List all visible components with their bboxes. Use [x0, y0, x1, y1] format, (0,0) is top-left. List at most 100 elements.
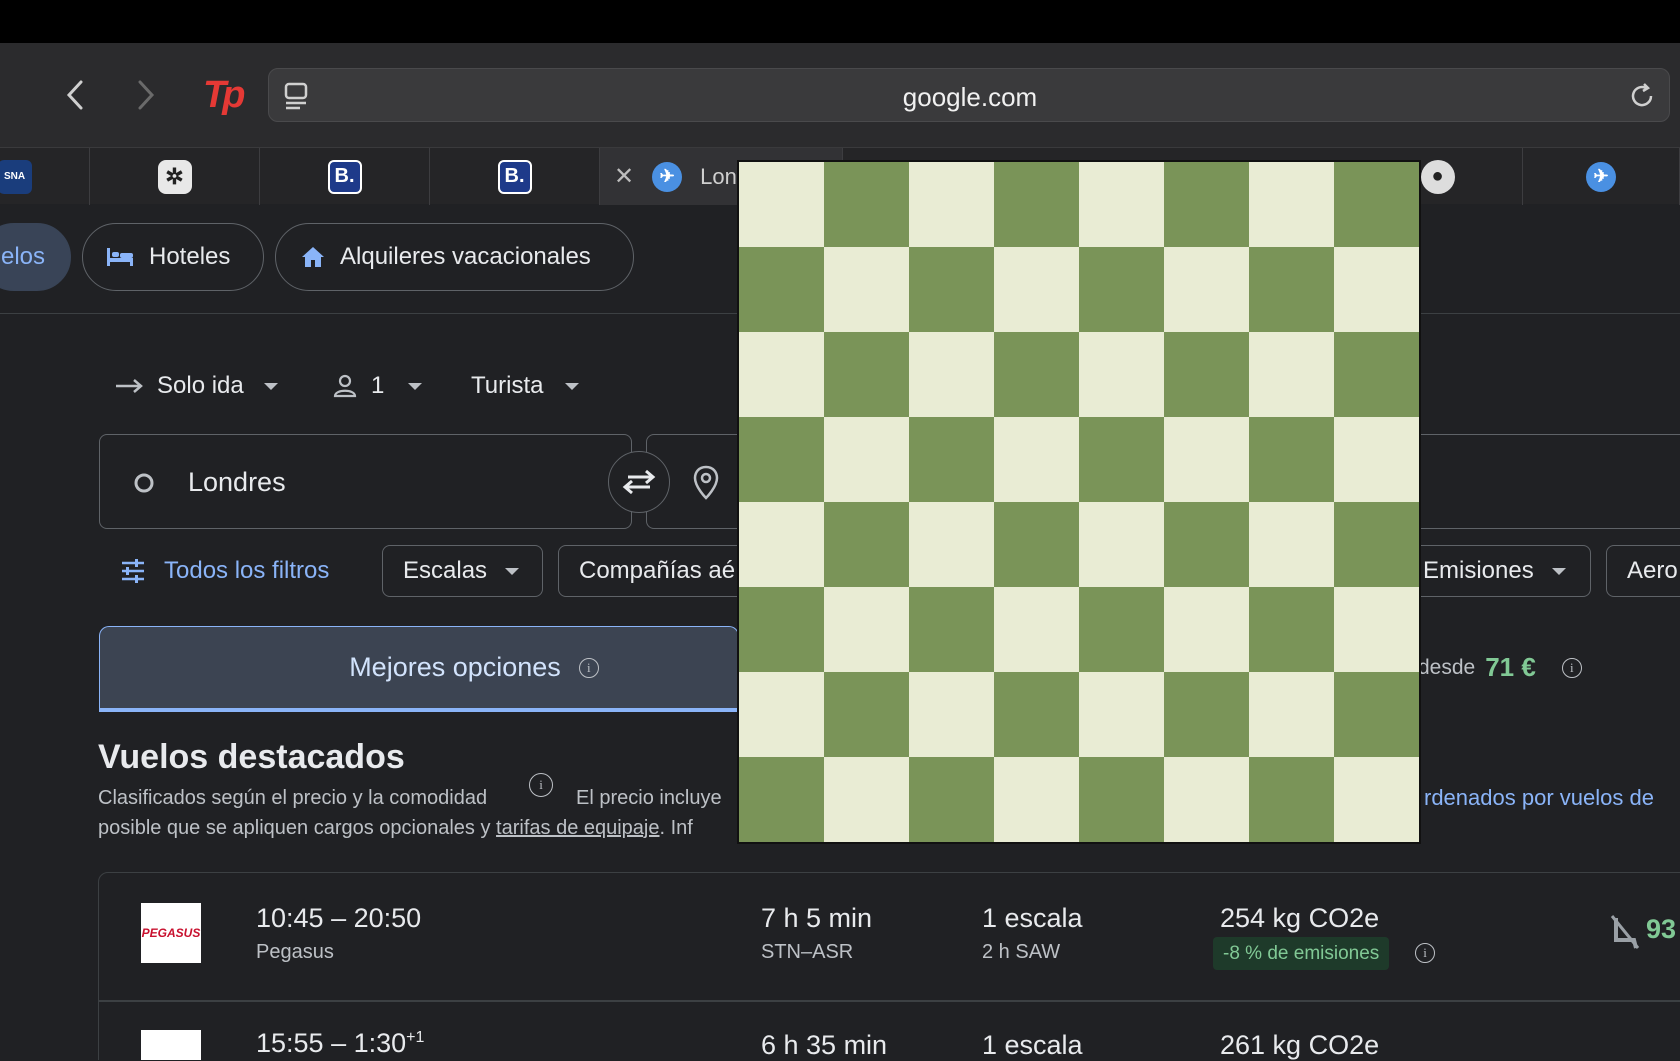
board-square[interactable] — [1249, 502, 1334, 587]
info-icon[interactable]: i — [578, 657, 599, 678]
board-square[interactable] — [1249, 247, 1334, 332]
board-square[interactable] — [1164, 587, 1249, 672]
board-square[interactable] — [824, 247, 909, 332]
nav-hotels-pill[interactable]: Hoteles — [82, 223, 264, 291]
board-square[interactable] — [1334, 587, 1419, 672]
board-square[interactable] — [1334, 417, 1419, 502]
board-square[interactable] — [824, 332, 909, 417]
board-square[interactable] — [909, 502, 994, 587]
board-square[interactable] — [1079, 502, 1164, 587]
board-square[interactable] — [1334, 162, 1419, 247]
board-square[interactable] — [909, 757, 994, 842]
tab-openai[interactable]: ✲ — [90, 148, 260, 205]
tab-sna[interactable]: SNA — [0, 148, 90, 205]
board-square[interactable] — [739, 162, 824, 247]
board-square[interactable] — [994, 587, 1079, 672]
board-square[interactable] — [739, 757, 824, 842]
swap-button[interactable] — [608, 451, 670, 513]
board-square[interactable] — [994, 162, 1079, 247]
trip-type-dropdown[interactable]: Solo ida — [115, 372, 278, 400]
board-square[interactable] — [909, 332, 994, 417]
stops-filter-chip[interactable]: Escalas — [382, 545, 543, 597]
travelpayouts-extension-icon[interactable]: Tp — [203, 74, 245, 117]
board-square[interactable] — [994, 332, 1079, 417]
info-icon[interactable]: i — [1561, 657, 1582, 678]
board-square[interactable] — [994, 417, 1079, 502]
sorted-by-link[interactable]: rdenados por vuelos de — [1424, 785, 1654, 811]
board-square[interactable] — [1164, 757, 1249, 842]
board-square[interactable] — [909, 417, 994, 502]
tab-booking-1[interactable]: B. — [260, 148, 430, 205]
tab-google-flights[interactable]: ✈ — [1523, 148, 1680, 205]
board-square[interactable] — [1249, 332, 1334, 417]
board-square[interactable] — [1079, 587, 1164, 672]
url-text[interactable]: google.com — [269, 82, 1671, 113]
board-square[interactable] — [1334, 332, 1419, 417]
forward-button[interactable] — [126, 75, 166, 115]
board-square[interactable] — [1079, 247, 1164, 332]
chevron-down-icon — [1551, 567, 1566, 575]
board-square[interactable] — [1334, 672, 1419, 757]
board-square[interactable] — [1334, 502, 1419, 587]
board-square[interactable] — [1164, 332, 1249, 417]
board-square[interactable] — [1079, 417, 1164, 502]
board-square[interactable] — [1164, 502, 1249, 587]
emissions-filter-chip[interactable]: Emisiones — [1402, 545, 1591, 597]
tab-booking-2[interactable]: B. — [430, 148, 600, 205]
board-square[interactable] — [909, 247, 994, 332]
board-square[interactable] — [824, 757, 909, 842]
board-square[interactable] — [1164, 672, 1249, 757]
board-square[interactable] — [1079, 332, 1164, 417]
board-square[interactable] — [994, 757, 1079, 842]
board-square[interactable] — [824, 162, 909, 247]
reload-icon[interactable] — [1627, 81, 1657, 111]
board-square[interactable] — [994, 247, 1079, 332]
info-icon[interactable]: i — [529, 773, 553, 797]
board-square[interactable] — [824, 672, 909, 757]
nav-flights-pill[interactable]: elos — [0, 223, 71, 291]
board-square[interactable] — [994, 672, 1079, 757]
address-bar[interactable]: google.com — [268, 68, 1670, 122]
board-square[interactable] — [1249, 587, 1334, 672]
board-square[interactable] — [1079, 162, 1164, 247]
board-square[interactable] — [739, 502, 824, 587]
airports-filter-chip[interactable]: Aero — [1606, 545, 1680, 597]
tab-cheapest[interactable]: desde 71 € i — [1418, 652, 1582, 683]
nav-vacation-rentals-pill[interactable]: Alquileres vacacionales — [275, 223, 634, 291]
board-square[interactable] — [824, 587, 909, 672]
board-square[interactable] — [994, 502, 1079, 587]
board-square[interactable] — [909, 587, 994, 672]
board-square[interactable] — [1164, 417, 1249, 502]
info-icon[interactable]: i — [1415, 943, 1435, 963]
board-square[interactable] — [824, 502, 909, 587]
tab-best-options[interactable]: Mejores opciones i — [99, 626, 739, 712]
board-square[interactable] — [1334, 247, 1419, 332]
board-square[interactable] — [1164, 162, 1249, 247]
board-square[interactable] — [739, 672, 824, 757]
board-square[interactable] — [1164, 247, 1249, 332]
close-tab-icon[interactable]: ✕ — [614, 162, 634, 191]
chessboard-overlay[interactable] — [737, 160, 1421, 844]
airlines-filter-chip[interactable]: Compañías aé — [558, 545, 758, 597]
board-square[interactable] — [1249, 162, 1334, 247]
board-square[interactable] — [1249, 672, 1334, 757]
passengers-dropdown[interactable]: 1 — [333, 372, 423, 400]
board-square[interactable] — [1249, 417, 1334, 502]
board-square[interactable] — [909, 162, 994, 247]
board-square[interactable] — [1249, 757, 1334, 842]
board-square[interactable] — [1079, 757, 1164, 842]
all-filters-button[interactable]: Todos los filtros — [120, 548, 329, 594]
board-square[interactable] — [824, 417, 909, 502]
board-square[interactable] — [739, 247, 824, 332]
baggage-fees-link[interactable]: tarifas de equipaje — [496, 817, 659, 839]
board-square[interactable] — [739, 587, 824, 672]
cabin-class-dropdown[interactable]: Turista — [471, 372, 580, 400]
board-square[interactable] — [739, 332, 824, 417]
board-square[interactable] — [909, 672, 994, 757]
back-button[interactable] — [55, 75, 95, 115]
board-square[interactable] — [1334, 757, 1419, 842]
origin-field[interactable]: Londres — [99, 434, 632, 529]
board-square[interactable] — [739, 417, 824, 502]
board-square[interactable] — [1079, 672, 1164, 757]
flight-result-row[interactable] — [98, 872, 1680, 1002]
